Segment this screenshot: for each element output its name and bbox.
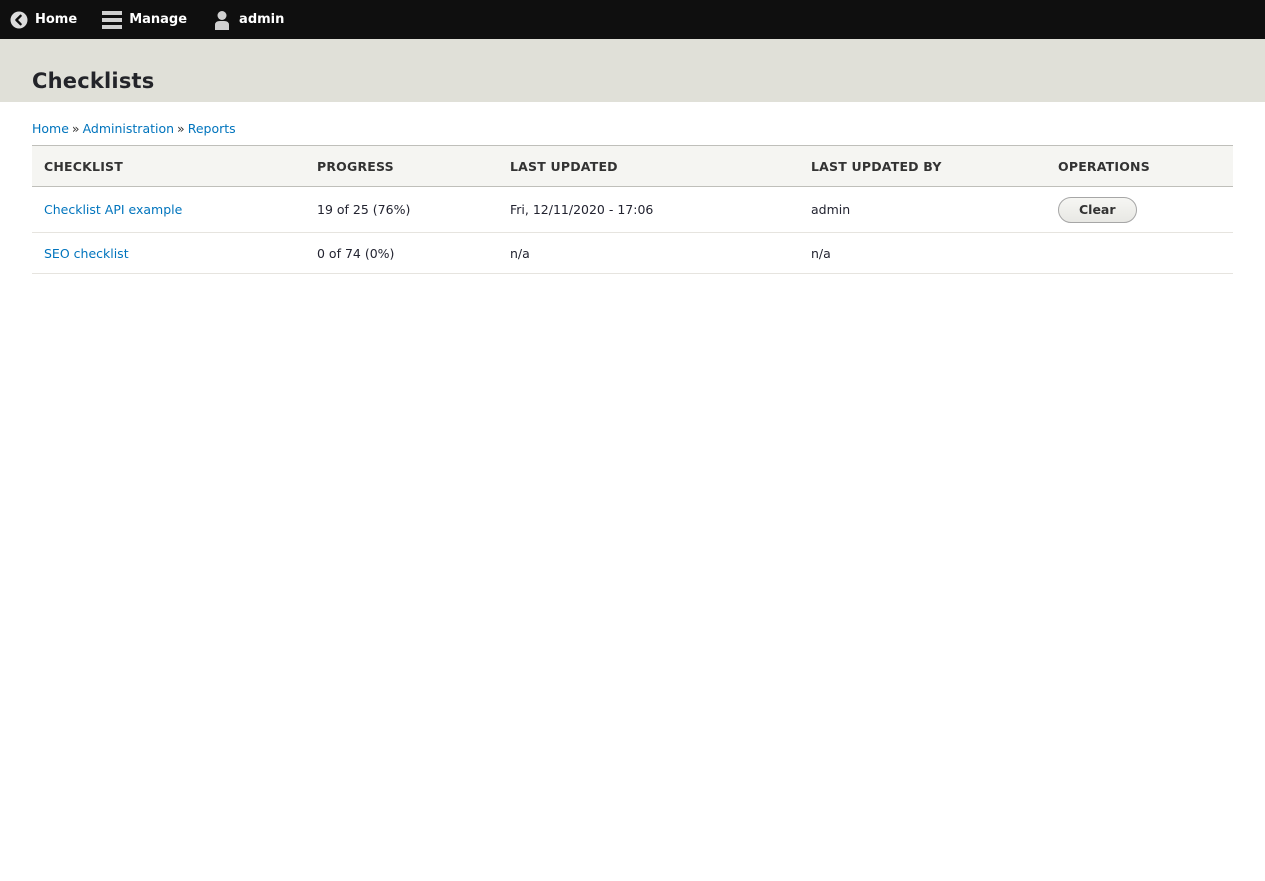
menu-icon bbox=[102, 10, 123, 30]
page-title: Checklists bbox=[32, 69, 155, 93]
toolbar-user-label: admin bbox=[239, 12, 285, 27]
table-header-row: Checklist Progress Last updated Last upd… bbox=[32, 145, 1233, 187]
checklist-link[interactable]: Checklist API example bbox=[44, 202, 182, 217]
breadcrumb-home[interactable]: Home bbox=[32, 121, 69, 136]
clear-button[interactable]: Clear bbox=[1058, 196, 1137, 223]
table-row: Checklist API example 19 of 25 (76%) Fri… bbox=[32, 187, 1233, 233]
breadcrumb: Home» Administration» Reports bbox=[32, 121, 236, 136]
toolbar-home-label: Home bbox=[35, 12, 78, 27]
breadcrumb-separator: » bbox=[177, 121, 185, 136]
breadcrumb-administration[interactable]: Administration bbox=[83, 121, 174, 136]
checklist-link[interactable]: SEO checklist bbox=[44, 246, 129, 261]
checklist-cell: SEO checklist bbox=[32, 233, 305, 274]
checklist-cell: Checklist API example bbox=[32, 187, 305, 233]
column-header-operations: Operations bbox=[1058, 158, 1150, 174]
breadcrumb-separator: » bbox=[71, 121, 80, 136]
operations-cell: Clear bbox=[1046, 187, 1233, 233]
toolbar-user-link[interactable]: admin bbox=[212, 10, 284, 30]
page-header: Checklists bbox=[0, 39, 1265, 102]
last-updated-cell: n/a bbox=[510, 245, 530, 261]
back-arrow-icon bbox=[10, 11, 28, 29]
breadcrumb-reports[interactable]: Reports bbox=[188, 121, 236, 136]
table-row: SEO checklist 0 of 74 (0%) n/a n/a bbox=[32, 233, 1233, 274]
progress-cell: 19 of 25 (76%) bbox=[317, 202, 411, 217]
last-updated-by-cell: admin bbox=[811, 202, 851, 217]
last-updated-by-cell: n/a bbox=[811, 245, 831, 261]
checklists-table-wrapper: Checklist Progress Last updated Last upd… bbox=[32, 145, 1233, 274]
progress-cell: 0 of 74 (0%) bbox=[317, 245, 395, 261]
checklists-table: Checklist Progress Last updated Last upd… bbox=[32, 145, 1233, 274]
column-header-progress: Progress bbox=[317, 158, 394, 174]
toolbar-manage-label: Manage bbox=[129, 12, 188, 27]
column-header-last-updated-by: Last updated by bbox=[811, 158, 942, 174]
user-icon bbox=[212, 10, 232, 30]
toolbar-manage-link[interactable]: Manage bbox=[102, 10, 187, 30]
last-updated-cell: Fri, 12/11/2020 - 17:06 bbox=[510, 202, 654, 217]
toolbar-home-link[interactable]: Home bbox=[10, 11, 77, 29]
column-header-checklist: Checklist bbox=[44, 158, 123, 174]
admin-toolbar: Home Manage admin bbox=[0, 0, 1265, 39]
column-header-last-updated: Last updated bbox=[510, 158, 618, 174]
operations-cell bbox=[1046, 233, 1233, 274]
